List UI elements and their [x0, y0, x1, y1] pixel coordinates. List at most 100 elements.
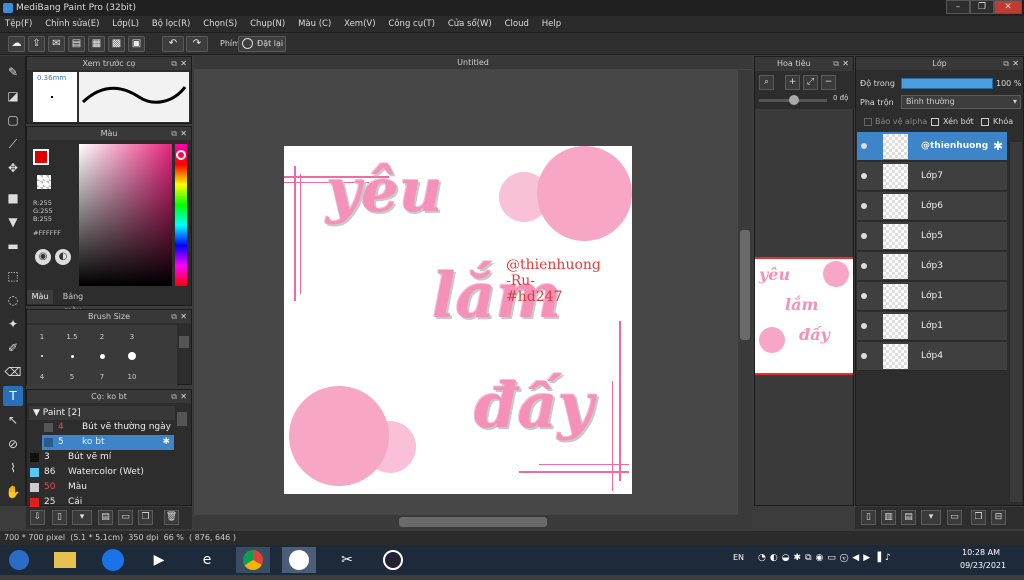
new-layer-icon[interactable]: ▯ — [861, 510, 876, 525]
size-cell[interactable]: 1.5 — [57, 333, 87, 341]
select-eraser-tool-icon[interactable]: ⌫ — [3, 362, 23, 382]
file-explorer-icon[interactable] — [48, 547, 82, 573]
menu-color[interactable]: Màu (C) — [293, 16, 336, 32]
minimize-button[interactable]: – — [946, 0, 970, 14]
cloud-icon[interactable]: ☁ — [8, 36, 25, 52]
copy-icon[interactable]: ❐ — [138, 510, 153, 525]
opacity-slider[interactable] — [901, 78, 993, 89]
cloud-download-icon[interactable]: ⇩ — [30, 510, 45, 525]
clock-time[interactable]: 10:28 AM — [962, 548, 1000, 557]
brush-tool-icon[interactable]: ✎ — [3, 62, 23, 82]
duplicate-layer-icon[interactable]: ❐ — [971, 510, 986, 525]
vertical-scrollbar[interactable] — [738, 70, 752, 515]
menu-edit[interactable]: Chỉnh sửa(E) — [40, 16, 104, 32]
select-rect-tool-icon[interactable]: ⬚ — [3, 266, 23, 286]
menu-help[interactable]: Help — [537, 16, 566, 32]
horizontal-scrollbar[interactable] — [194, 515, 752, 529]
document-icon[interactable]: ▦ — [88, 36, 105, 52]
language-indicator[interactable]: EN — [733, 553, 744, 562]
snipping-tool-icon[interactable]: ✂ — [330, 547, 364, 573]
zoom-out-icon[interactable]: − — [821, 75, 836, 90]
menu-select[interactable]: Chọn(S) — [198, 16, 242, 32]
folder-icon[interactable]: ▭ — [947, 510, 962, 525]
drawing-canvas[interactable]: yêu lắm đấy @thienhuong -Ru- #hd247 — [284, 146, 632, 494]
brush-item[interactable]: 50 Màu — [28, 480, 170, 495]
layer-row[interactable]: Lớp1 — [857, 282, 1007, 311]
medibang-icon[interactable] — [282, 547, 316, 573]
reset-button[interactable]: Đặt lại — [238, 36, 286, 52]
gear-icon[interactable]: ✱ — [162, 435, 170, 450]
rotation-slider[interactable] — [759, 95, 827, 105]
gear-icon[interactable]: ✱ — [993, 139, 1003, 153]
visibility-icon[interactable] — [861, 143, 867, 149]
menu-view[interactable]: Xem(V) — [339, 16, 380, 32]
vertical-scroll-thumb[interactable] — [740, 230, 750, 340]
brush-item[interactable]: 4 Bút vẽ thường ngày — [42, 420, 174, 435]
visibility-icon[interactable] — [861, 203, 867, 209]
saturation-value-picker[interactable] — [79, 144, 172, 286]
close-icon[interactable]: ✕ — [180, 390, 187, 403]
size-cell[interactable]: 7 — [87, 373, 117, 381]
navigator-thumbnail[interactable]: yêu lắm đấy — [755, 257, 853, 375]
layer-scrollbar[interactable] — [1010, 142, 1022, 502]
layer-row[interactable]: Lớp5 — [857, 222, 1007, 251]
fill-rect-tool-icon[interactable]: ■ — [3, 188, 23, 208]
zalo-icon[interactable] — [96, 547, 130, 573]
close-icon[interactable]: ✕ — [842, 57, 849, 70]
size-cell[interactable]: 10 — [117, 373, 147, 381]
tab-palette[interactable]: Bảng màu — [53, 290, 93, 315]
close-icon[interactable]: ✕ — [1012, 57, 1019, 70]
scrollbar[interactable] — [179, 336, 189, 348]
palette-icon[interactable]: ◉ — [35, 249, 51, 265]
magic-wand-tool-icon[interactable]: ✦ — [3, 314, 23, 334]
close-icon[interactable]: ✕ — [180, 57, 187, 70]
menu-window[interactable]: Cửa sổ(W) — [443, 16, 497, 32]
clock-date[interactable]: 09/23/2021 — [960, 561, 1006, 570]
add-layer-menu-icon[interactable]: ▾ — [921, 510, 941, 525]
share-icon[interactable]: ⇪ — [28, 36, 45, 52]
redo-button[interactable]: ↷ — [186, 36, 208, 52]
brush-group[interactable]: ▼ Paint [2] — [29, 406, 175, 420]
zoom-icon[interactable]: ⌕ — [759, 75, 774, 90]
visibility-icon[interactable] — [861, 263, 867, 269]
hand-tool-icon[interactable]: ✋ — [3, 482, 23, 502]
tiles-icon[interactable]: ▣ — [128, 36, 145, 52]
size-cell[interactable]: 3 — [117, 333, 147, 341]
ccleaner-icon[interactable] — [376, 547, 410, 573]
brush-item[interactable]: 3 Bút vẽ mí — [28, 450, 170, 465]
menu-layer[interactable]: Lớp(L) — [107, 16, 144, 32]
comment-icon[interactable]: ✉ — [48, 36, 65, 52]
text-tool-icon[interactable]: T — [3, 386, 23, 406]
chrome-icon[interactable] — [236, 547, 270, 573]
menu-file[interactable]: Tệp(F) — [0, 16, 37, 32]
menu-tools[interactable]: Công cụ(T) — [383, 16, 440, 32]
bucket-tool-icon[interactable]: ▼ — [3, 212, 23, 232]
lasso-tool-icon[interactable]: ◌ — [3, 290, 23, 310]
media-player-icon[interactable]: ▶ — [142, 547, 176, 573]
hue-slider[interactable] — [175, 144, 187, 286]
size-cell[interactable]: 4 — [27, 373, 57, 381]
layer-row[interactable]: Lớp3 — [857, 252, 1007, 281]
visibility-icon[interactable] — [861, 353, 867, 359]
lock-checkbox[interactable] — [981, 118, 989, 126]
maximize-button[interactable]: ❐ — [970, 0, 994, 14]
layer-row[interactable]: Lớp6 — [857, 192, 1007, 221]
scrollbar[interactable] — [177, 412, 187, 426]
brush-item[interactable]: 25 Cái — [28, 495, 170, 510]
rectangle-tool-icon[interactable]: ▢ — [3, 110, 23, 130]
canvas-tab[interactable]: Untitled — [194, 56, 752, 69]
operation-tool-icon[interactable]: ↖ — [3, 410, 23, 430]
add-brush-icon[interactable]: ▾ — [72, 510, 92, 525]
new-halftone-layer-icon[interactable]: ▥ — [881, 510, 896, 525]
visibility-icon[interactable] — [861, 323, 867, 329]
visibility-icon[interactable] — [861, 293, 867, 299]
brush-item[interactable]: 5 ko bt ✱ — [42, 435, 174, 450]
fit-icon[interactable]: ⤢ — [803, 75, 818, 90]
new-brush-icon[interactable]: ▯ — [52, 510, 67, 525]
size-cell[interactable]: 5 — [57, 373, 87, 381]
line-tool-icon[interactable]: ⟋ — [3, 134, 23, 154]
blend-select[interactable]: Bình thường ▾ — [901, 95, 1021, 109]
gradient-tool-icon[interactable]: ▬ — [3, 236, 23, 256]
chat-icon[interactable]: ▤ — [68, 36, 85, 52]
horizontal-scroll-thumb[interactable] — [399, 517, 547, 527]
